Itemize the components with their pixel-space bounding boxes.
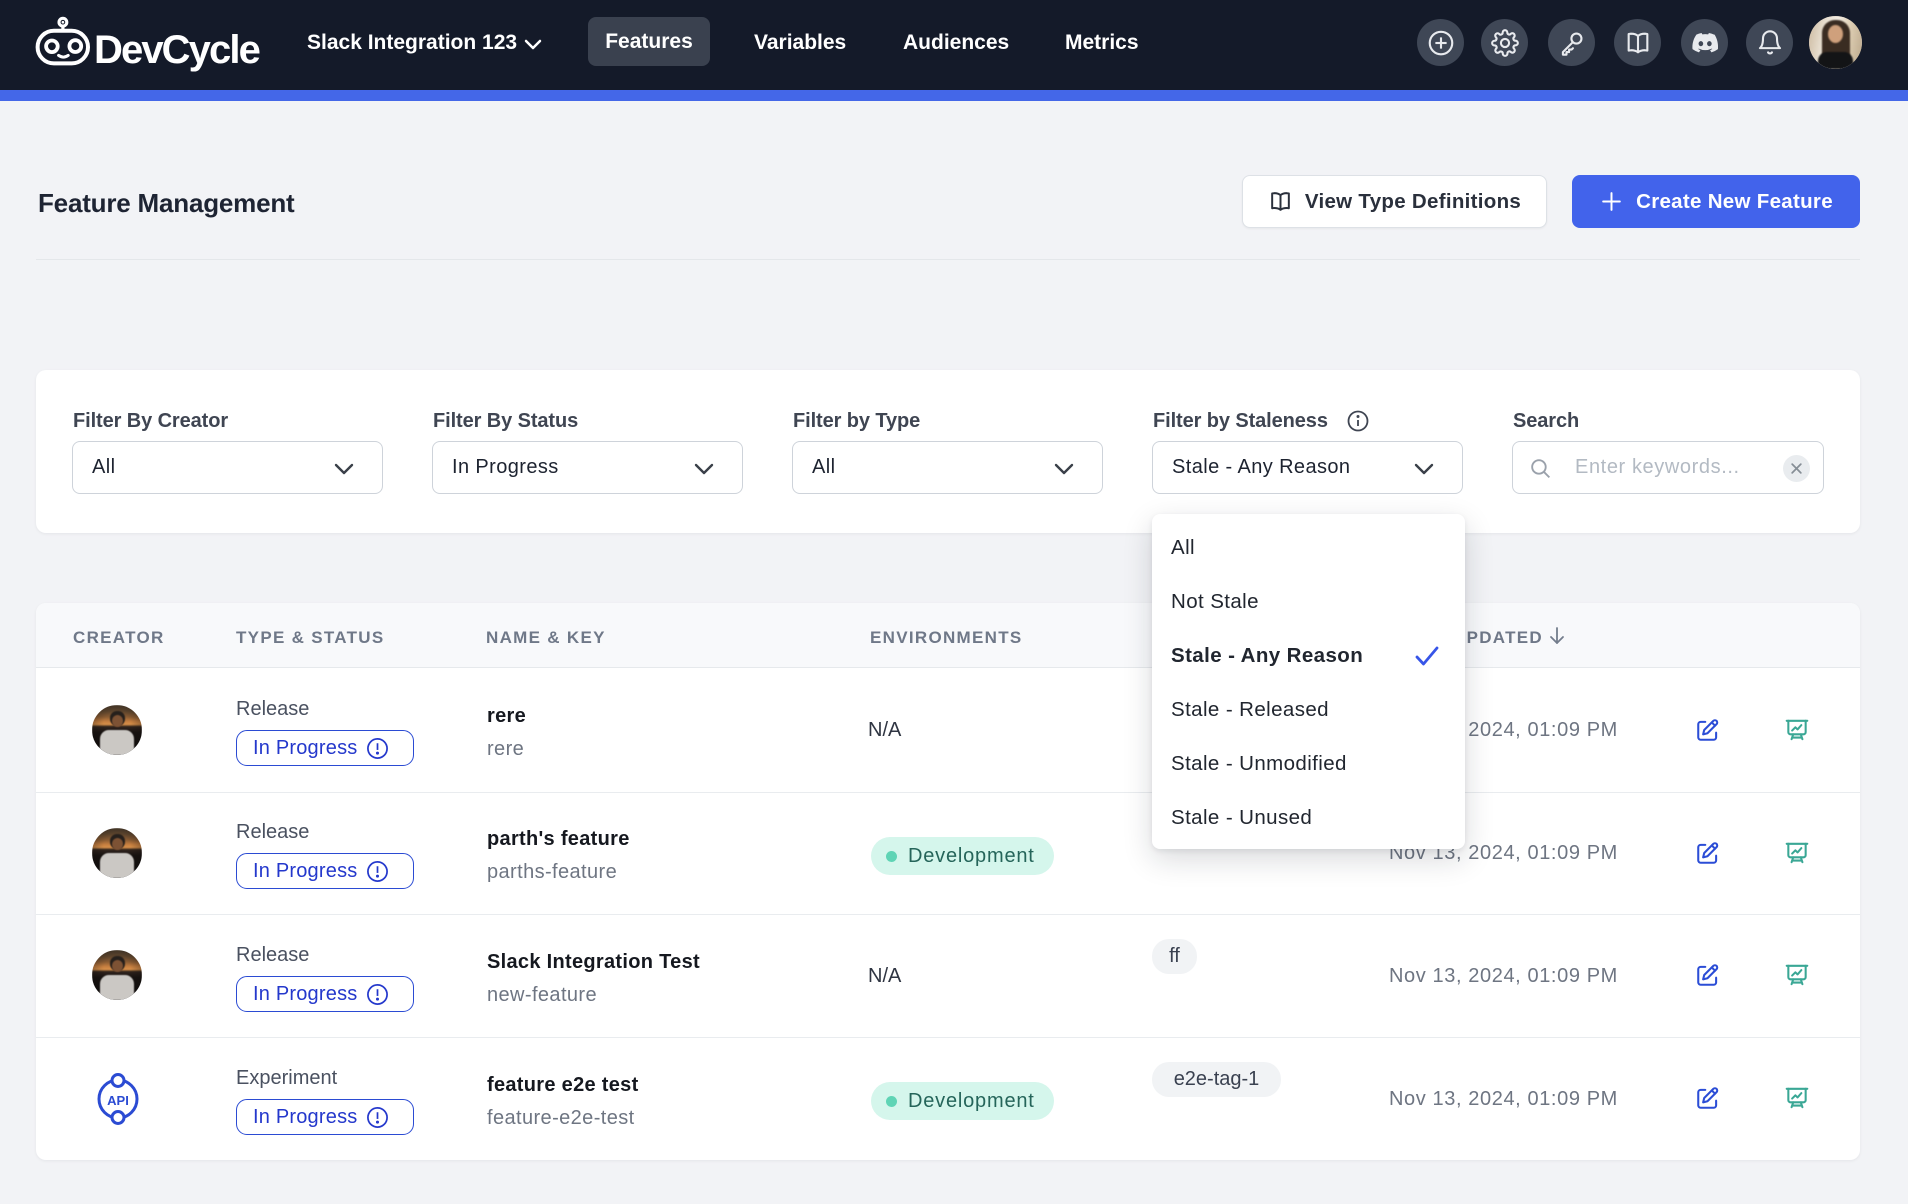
svg-text:API: API: [107, 1093, 129, 1108]
